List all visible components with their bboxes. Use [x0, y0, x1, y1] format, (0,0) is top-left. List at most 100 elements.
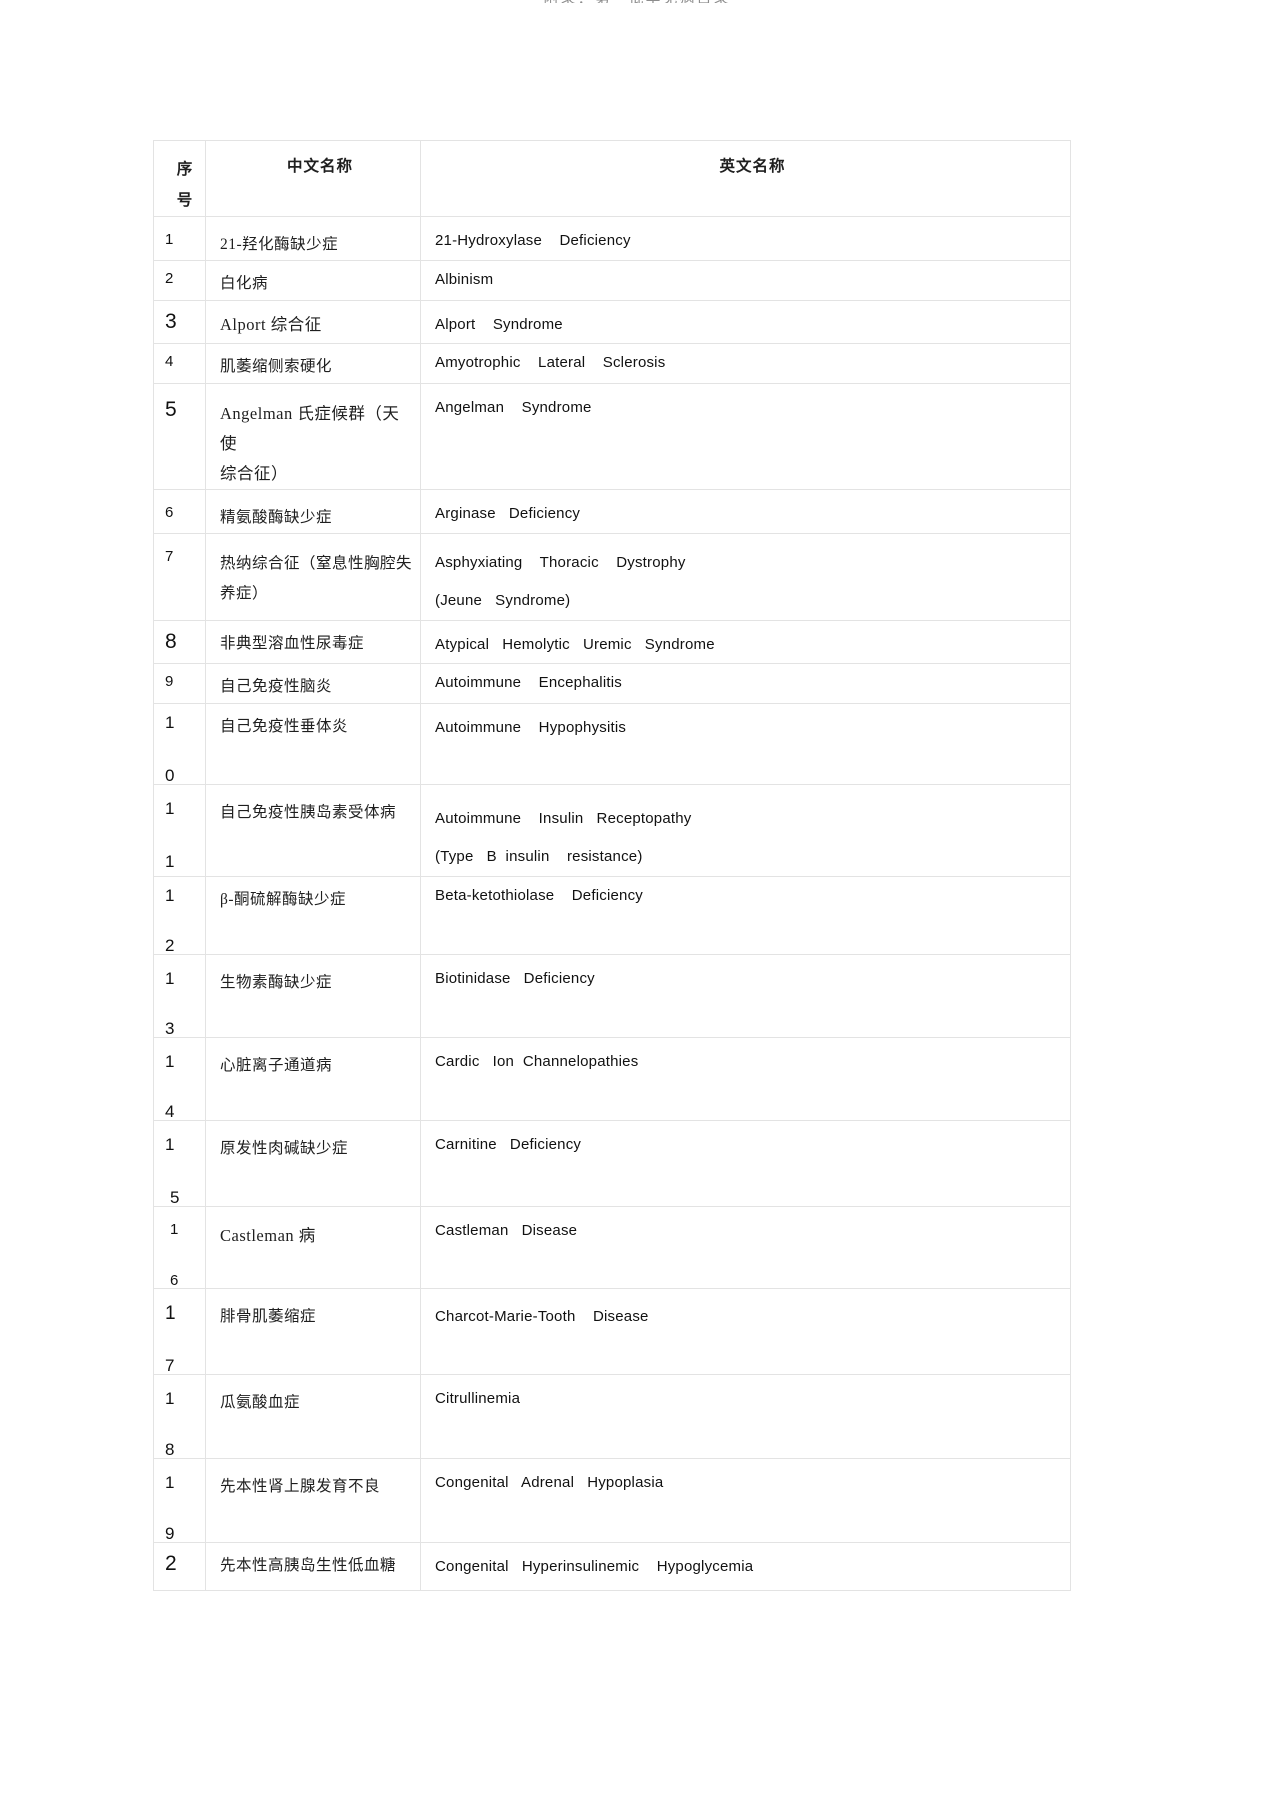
row-chinese-cell: 自己免疫性垂体炎: [205, 703, 421, 785]
english-name-line: Asphyxiating Thoracic Dystrophy: [435, 554, 686, 571]
row-index-cell: 7: [153, 533, 206, 621]
column-header-english-label: 英文名称: [719, 158, 786, 175]
chinese-name-line: β-酮硫解酶缺少症: [220, 891, 347, 908]
row-english-cell: Asphyxiating Thoracic Dystrophy (Jeune S…: [420, 533, 1071, 621]
row-chinese-cell: 精氨酸酶缺少症: [205, 489, 421, 534]
row-index-digit-2: 6: [170, 1272, 179, 1289]
english-name-line: (Jeune Syndrome): [435, 592, 571, 609]
column-header-english: 英文名称: [420, 140, 1071, 217]
row-index-cell: 2: [153, 260, 206, 301]
row-index-digit-1: 2: [165, 1552, 177, 1575]
row-chinese-cell: 瓜氨酸血症: [205, 1374, 421, 1459]
row-index-digit-1: 1: [165, 969, 175, 988]
row-chinese-cell: 心脏离子通道病: [205, 1037, 421, 1121]
row-index-cell: 1 5: [153, 1120, 206, 1207]
row-index-digit-1: 1: [165, 1052, 175, 1071]
chinese-name-line: Castleman 病: [220, 1226, 316, 1245]
row-chinese-cell: Castleman 病: [205, 1206, 421, 1289]
row-index-wrapped: 1 6: [154, 1207, 205, 1288]
english-name-line: Charcot-Marie-Tooth Disease: [435, 1308, 649, 1325]
table-row: 1 8 瓜氨酸血症 Citrullinemia: [153, 1374, 1071, 1459]
row-index-digit-2: 4: [165, 1102, 175, 1121]
chinese-name-line: 先本性高胰岛生性低血糖: [220, 1557, 397, 1574]
row-index-digit-2: 2: [165, 936, 175, 955]
row-chinese-cell: 肌萎缩侧索硬化: [205, 343, 421, 384]
row-english-cell: 21-Hydroxylase Deficiency: [420, 216, 1071, 261]
row-chinese-cell: Angelman 氏症候群（天使 综合征）: [205, 383, 421, 490]
table-row: 1 2 β-酮硫解酶缺少症 Beta-ketothiolase Deficien…: [153, 876, 1071, 955]
row-index-cell: 8: [153, 620, 206, 664]
english-name-line: Autoimmune Hypophysitis: [435, 719, 627, 736]
row-chinese-cell: Alport 综合征: [205, 300, 421, 344]
table-body: 1 21-羟化酶缺少症 21-Hydroxylase Deficiency 2 …: [153, 216, 1071, 1591]
row-english-cell: Angelman Syndrome: [420, 383, 1071, 490]
table-row: 1 5 原发性肉碱缺少症 Carnitine Deficiency: [153, 1120, 1071, 1207]
row-index-digit: 9: [165, 673, 174, 690]
row-index-wrapped: 1 1: [154, 785, 205, 870]
running-header: 附录：第一批罕见病目录: [0, 0, 1274, 3]
row-index-cell: 1 1: [153, 784, 206, 877]
english-name-line: (Type B insulin resistance): [435, 848, 643, 865]
table-row: 1 21-羟化酶缺少症 21-Hydroxylase Deficiency: [153, 216, 1071, 261]
row-chinese-cell: 先本性高胰岛生性低血糖: [205, 1542, 421, 1591]
row-index-cell: 2: [153, 1542, 206, 1591]
row-index-digit-1: 1: [165, 1135, 175, 1154]
table-row: 2 白化病 Albinism: [153, 260, 1071, 301]
row-english-cell: Citrullinemia: [420, 1374, 1071, 1459]
row-index-digit-2: 0: [165, 766, 175, 785]
english-name-line: Cardic Ion Channelopathies: [435, 1053, 639, 1070]
row-index-digit-2: 1: [165, 852, 175, 871]
row-english-cell: Arginase Deficiency: [420, 489, 1071, 534]
table-row: 9 自己免疫性脑炎 Autoimmune Encephalitis: [153, 663, 1071, 704]
row-index-digit: 8: [165, 630, 177, 653]
row-index-digit-1: 1: [165, 713, 175, 732]
row-index-wrapped: 1 3: [154, 955, 205, 1037]
row-index-wrapped: 1 0: [154, 704, 205, 784]
row-index-digit: 4: [165, 353, 174, 370]
row-chinese-cell: 白化病: [205, 260, 421, 301]
english-name-line: Arginase Deficiency: [435, 505, 581, 522]
english-name-line: Castleman Disease: [435, 1222, 578, 1239]
row-index-digit-1: 1: [165, 1389, 175, 1408]
row-chinese-cell: 非典型溶血性尿毒症: [205, 620, 421, 664]
english-name-line: Biotinidase Deficiency: [435, 970, 595, 987]
english-name-line: Atypical Hemolytic Uremic Syndrome: [435, 636, 715, 653]
chinese-name-line: 热纳综合征（窒息性胸腔失: [220, 555, 413, 572]
row-index-cell: 1 4: [153, 1037, 206, 1121]
chinese-name-line: 养症）: [220, 585, 269, 602]
row-english-cell: Autoimmune Encephalitis: [420, 663, 1071, 704]
row-index-digit-1: 1: [165, 1303, 176, 1324]
chinese-name-line: 自己免疫性垂体炎: [220, 718, 349, 735]
row-index-digit-2: 7: [165, 1356, 175, 1375]
row-index-digit: 5: [165, 398, 177, 421]
chinese-name-line: 腓骨肌萎缩症: [220, 1308, 317, 1325]
row-english-cell: Charcot-Marie-Tooth Disease: [420, 1288, 1071, 1375]
column-header-index-line1: 序: [176, 161, 193, 178]
row-english-cell: Biotinidase Deficiency: [420, 954, 1071, 1038]
row-index-digit: 1: [165, 231, 174, 248]
english-name-line: Amyotrophic Lateral Sclerosis: [435, 354, 666, 371]
column-header-chinese: 中文名称: [205, 140, 421, 217]
english-name-line: Albinism: [435, 271, 494, 288]
row-index-cell: 3: [153, 300, 206, 344]
english-name-line: Citrullinemia: [435, 1390, 521, 1407]
english-name-line: 21-Hydroxylase Deficiency: [435, 232, 631, 249]
table-row: 1 1 自己免疫性胰岛素受体病 Autoimmune Insulin Recep…: [153, 784, 1071, 877]
row-english-cell: Atypical Hemolytic Uremic Syndrome: [420, 620, 1071, 664]
row-chinese-cell: 21-羟化酶缺少症: [205, 216, 421, 261]
row-english-cell: Alport Syndrome: [420, 300, 1071, 344]
chinese-name-line: 原发性肉碱缺少症: [220, 1140, 349, 1157]
table-row: 1 7 腓骨肌萎缩症 Charcot-Marie-Tooth Disease: [153, 1288, 1071, 1375]
row-index-digit: 6: [165, 504, 174, 521]
chinese-name-line: 21-羟化酶缺少症: [220, 236, 339, 253]
row-index-cell: 1 0: [153, 703, 206, 785]
table-row: 4 肌萎缩侧索硬化 Amyotrophic Lateral Sclerosis: [153, 343, 1071, 384]
row-english-cell: Cardic Ion Channelopathies: [420, 1037, 1071, 1121]
row-english-cell: Congenital Adrenal Hypoplasia: [420, 1458, 1071, 1543]
row-english-cell: Albinism: [420, 260, 1071, 301]
chinese-name-line: 白化病: [220, 275, 269, 292]
english-name-line: Alport Syndrome: [435, 316, 563, 333]
row-index-digit-1: 1: [170, 1221, 179, 1238]
english-name-line: Beta-ketothiolase Deficiency: [435, 887, 643, 904]
row-index-cell: 1 2: [153, 876, 206, 955]
